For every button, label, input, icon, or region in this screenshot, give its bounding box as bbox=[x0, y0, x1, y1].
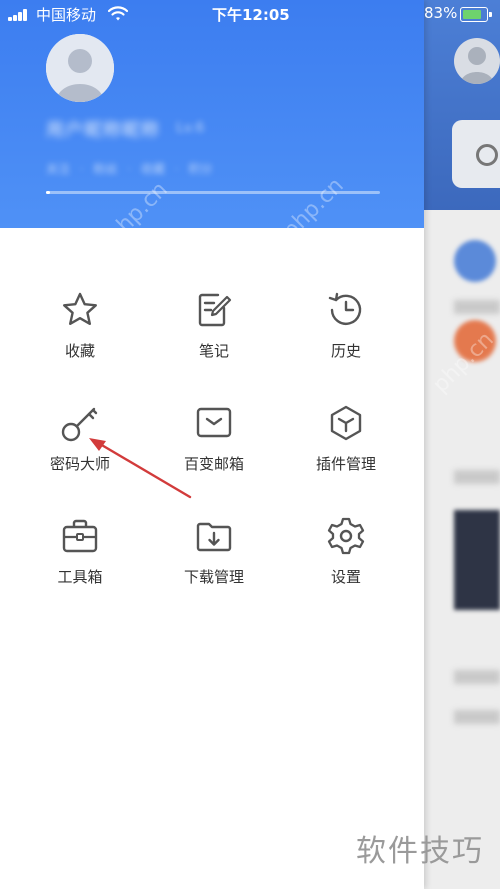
annotation-arrow bbox=[89, 438, 192, 499]
screen: 中国移动 下午12:05 83% 用户昵称昵称 Lv.6 关注 · 粉丝 · 收… bbox=[0, 0, 500, 889]
watermark-text: 软件技巧 bbox=[356, 834, 484, 869]
